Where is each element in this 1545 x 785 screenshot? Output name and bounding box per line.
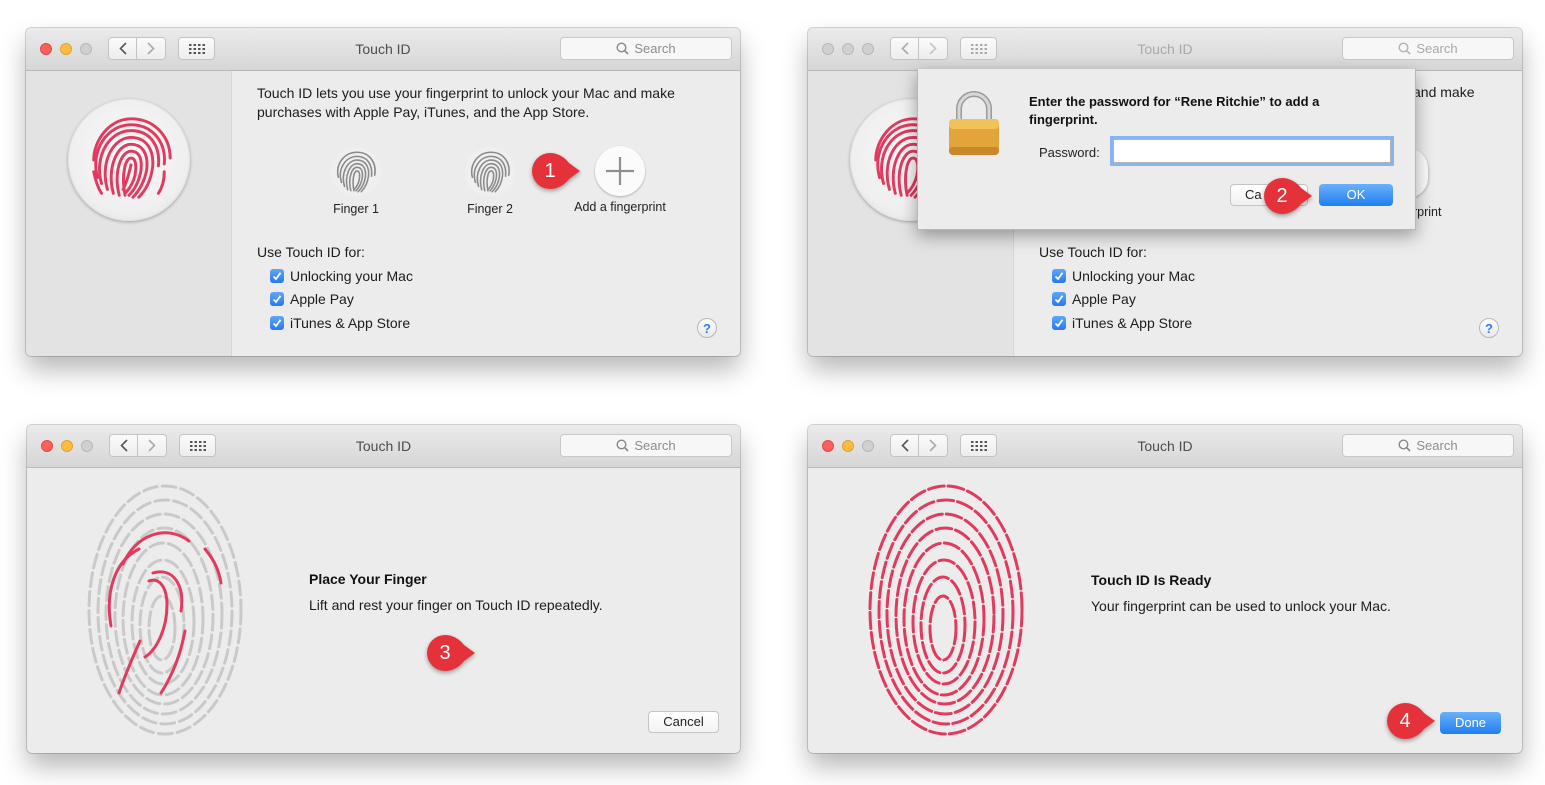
option-itunes-app-store[interactable]: iTunes & App Store <box>1052 315 1192 331</box>
search-placeholder: Search <box>634 438 676 453</box>
checkmark-icon <box>1054 319 1064 328</box>
step-title: Place Your Finger <box>309 571 427 587</box>
checkbox[interactable] <box>1052 316 1066 330</box>
use-touch-id-heading: Use Touch ID for: <box>1039 244 1147 260</box>
description: Touch ID lets you use your fingerprint t… <box>257 85 675 120</box>
search-field[interactable]: Search <box>1342 434 1514 457</box>
fingerprint-icon <box>465 147 515 197</box>
checkbox[interactable] <box>270 292 284 306</box>
search-placeholder: Search <box>1416 438 1458 453</box>
search-icon <box>616 439 629 452</box>
option-label: iTunes & App Store <box>1072 315 1193 331</box>
touch-id-window-step2: Touch ID Search and make erprint Use Tou… <box>808 28 1522 356</box>
checkmark-icon <box>272 319 282 328</box>
step-message: Your fingerprint can be used to unlock y… <box>1091 598 1391 614</box>
search-icon <box>1398 42 1411 55</box>
checkmark-icon <box>272 272 282 281</box>
checkbox[interactable] <box>270 269 284 283</box>
password-label: Password: <box>1039 145 1100 160</box>
search-icon <box>1398 439 1411 452</box>
touch-id-window-step4: Touch ID Search Touch ID Is Ready Your f… <box>808 425 1522 753</box>
checkbox[interactable] <box>1052 292 1066 306</box>
option-itunes-app-store[interactable]: iTunes & App Store <box>270 315 410 331</box>
search-field[interactable]: Search <box>560 37 732 60</box>
done-button[interactable]: Done <box>1440 712 1501 734</box>
sidebar <box>26 71 232 356</box>
finger-1[interactable]: Finger 1 <box>296 146 416 216</box>
add-fingerprint-label: Add a fingerprint <box>574 200 666 214</box>
add-fingerprint-button[interactable] <box>595 146 645 196</box>
step-callout-2: 2 <box>1263 177 1313 215</box>
titlebar: Touch ID Search <box>26 28 740 71</box>
search-field[interactable]: Search <box>1342 37 1514 60</box>
search-placeholder: Search <box>1416 41 1458 56</box>
password-field[interactable] <box>1113 139 1391 163</box>
lock-icon <box>949 91 999 155</box>
titlebar: Touch ID Search <box>808 425 1522 468</box>
step-title: Touch ID Is Ready <box>1091 572 1212 588</box>
help-icon[interactable]: ? <box>697 318 717 338</box>
step-instruction: Lift and rest your finger on Touch ID re… <box>309 597 603 613</box>
touch-id-badge <box>68 99 190 221</box>
option-label: Apple Pay <box>1072 291 1136 307</box>
step-number: 4 <box>1399 709 1411 732</box>
titlebar: Touch ID Search <box>808 28 1522 71</box>
step-callout-1: 1 <box>531 152 581 190</box>
dialog-message: Enter the password for “Rene Ritchie” to… <box>1029 94 1320 127</box>
step-callout-3: 3 <box>426 634 476 672</box>
step-number: 1 <box>544 159 556 182</box>
touch-id-window-step1: Touch ID Search Touch ID lets you use yo… <box>26 28 740 356</box>
checkbox[interactable] <box>270 316 284 330</box>
option-apple-pay[interactable]: Apple Pay <box>1052 291 1136 307</box>
option-label: Unlocking your Mac <box>290 268 413 284</box>
step-callout-4: 4 <box>1386 702 1436 740</box>
search-placeholder: Search <box>634 41 676 56</box>
fingerprint-icon <box>331 147 381 197</box>
touch-id-window-step3: Touch ID Search Place Your Finger Lift a… <box>27 425 740 753</box>
use-touch-id-heading: Use Touch ID for: <box>257 244 365 260</box>
option-label: Unlocking your Mac <box>1072 268 1195 284</box>
search-icon <box>616 42 629 55</box>
ok-button[interactable]: OK <box>1319 184 1393 206</box>
checkmark-icon <box>1054 295 1064 304</box>
step-number: 3 <box>439 641 451 664</box>
fingerprint-icon <box>92 117 172 199</box>
option-unlocking-mac[interactable]: Unlocking your Mac <box>1052 268 1195 284</box>
search-field[interactable]: Search <box>560 434 732 457</box>
option-label: iTunes & App Store <box>290 315 411 331</box>
titlebar: Touch ID Search <box>27 425 740 468</box>
checkmark-icon <box>272 295 282 304</box>
help-icon[interactable]: ? <box>1479 318 1499 338</box>
cancel-button[interactable]: Cancel <box>648 711 719 733</box>
description-partial: and make <box>1413 84 1475 100</box>
option-unlocking-mac[interactable]: Unlocking your Mac <box>270 268 413 284</box>
checkmark-icon <box>1054 272 1064 281</box>
plus-icon <box>606 157 634 185</box>
fingerprint-progress-icon <box>87 484 243 736</box>
option-apple-pay[interactable]: Apple Pay <box>270 291 354 307</box>
option-label: Apple Pay <box>290 291 354 307</box>
finger-2-label: Finger 2 <box>467 202 513 216</box>
password-sheet: Enter the password for “Rene Ritchie” to… <box>917 69 1416 230</box>
fingerprint-complete-icon <box>868 484 1024 736</box>
finger-1-label: Finger 1 <box>333 202 379 216</box>
checkbox[interactable] <box>1052 269 1066 283</box>
step-number: 2 <box>1276 184 1288 207</box>
